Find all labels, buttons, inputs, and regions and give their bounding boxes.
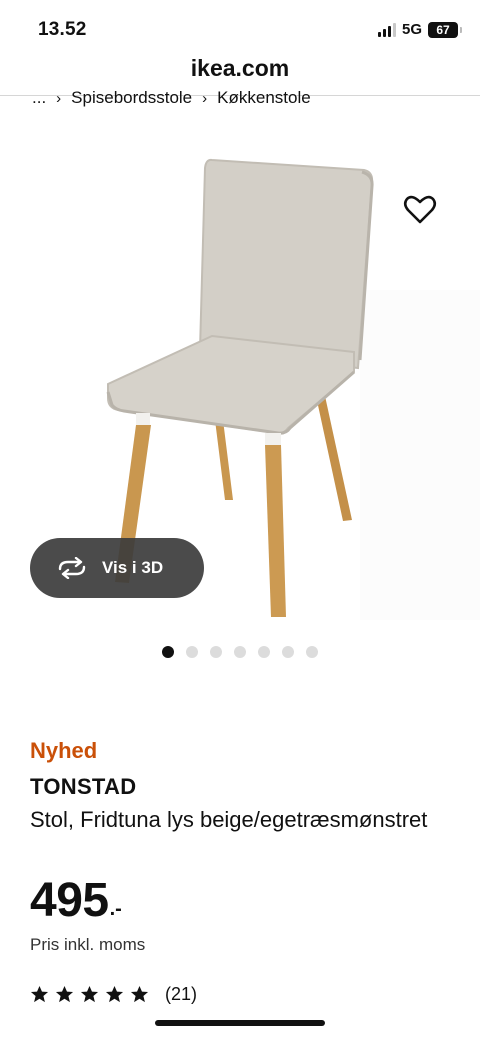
status-time: 13.52 [38,19,87,40]
star-icon [55,985,74,1003]
product-description: Stol, Fridtuna lys beige/egetræsmønstret [30,807,428,832]
breadcrumb-item-ellipsis[interactable]: ... [32,88,46,108]
network-label: 5G [401,21,422,38]
status-bar: 13.52 5G 67 [0,0,480,52]
gallery-dot[interactable] [234,646,246,658]
battery-icon: 67 [428,21,462,38]
view-in-3d-button[interactable]: Vis i 3D [30,538,204,598]
home-indicator[interactable] [155,1020,325,1026]
breadcrumb-separator-icon: › [202,89,208,107]
gallery-dot[interactable] [210,646,222,658]
breadcrumb-item-kitchen-chairs[interactable]: Køkkenstole [217,88,311,108]
star-icon [30,985,49,1003]
breadcrumb-separator-icon: › [56,89,62,107]
rotate-3d-icon [58,557,86,579]
gallery-dot[interactable] [186,646,198,658]
gallery-dot[interactable] [258,646,270,658]
status-indicators: 5G 67 [377,21,462,38]
rating-count: (21) [165,984,198,1004]
star-icon [80,985,99,1003]
breadcrumb: ... › Spisebordsstole › Køkkenstole [32,88,311,108]
new-badge: Nyhed [30,738,98,763]
gallery-dot[interactable] [306,646,318,658]
star-icon [105,985,124,1003]
url-text: ikea.com [190,55,290,81]
product-rating[interactable]: (21) [30,984,197,1005]
signal-icon [377,22,396,37]
star-icon [130,985,149,1003]
gallery-dot[interactable] [162,646,174,658]
product-price: 495 .- [30,874,122,928]
gallery-pagination [162,646,318,658]
breadcrumb-item-dining-chairs[interactable]: Spisebordsstole [71,88,192,108]
price-note: Pris inkl. moms [30,935,146,954]
gallery-dot[interactable] [282,646,294,658]
heart-icon[interactable] [402,192,438,228]
price-suffix: .- [109,898,122,920]
product-name: TONSTAD [30,774,137,799]
price-amount: 495 [30,874,109,927]
view-in-3d-label: Vis i 3D [102,558,164,577]
